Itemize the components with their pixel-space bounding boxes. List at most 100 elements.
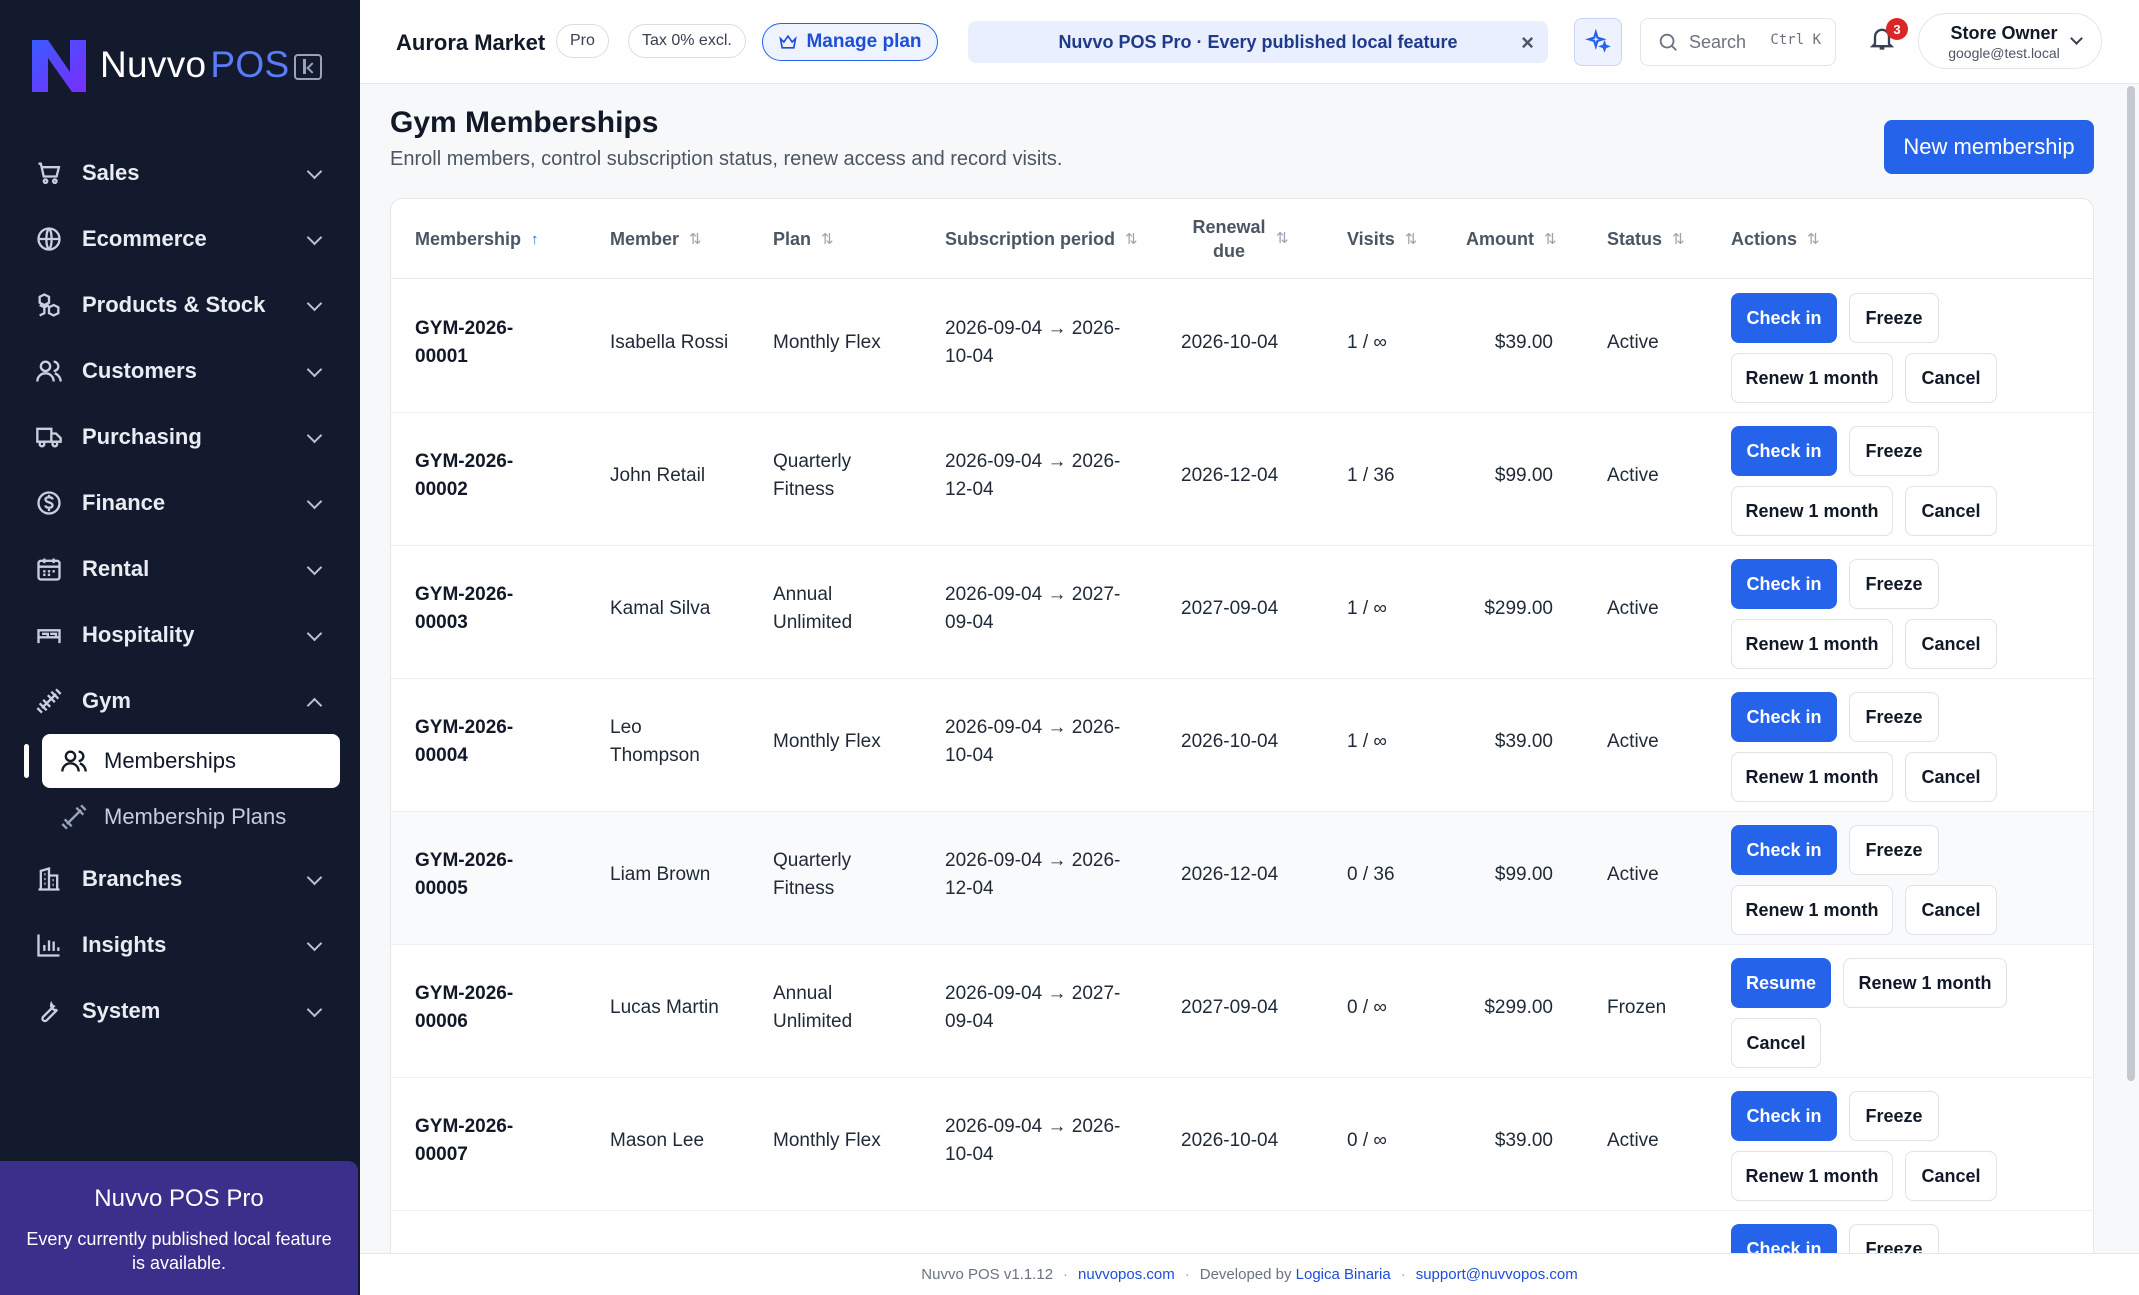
footer-support-link[interactable]: support@nuvvopos.com [1416, 1266, 1578, 1283]
check-in-button[interactable]: Check in [1731, 692, 1837, 742]
sidebar-item-gym[interactable]: Gym [0, 668, 360, 734]
sidebar-item-insights[interactable]: Insights [0, 912, 360, 978]
visits-count: 1 / ∞ [1347, 731, 1387, 752]
renew-1-month-button[interactable]: Renew 1 month [1731, 486, 1893, 536]
subscription-period: 2026-09-04 → 2026- 10-04 [945, 1116, 1121, 1165]
ai-assistant-button[interactable] [1574, 18, 1622, 66]
sidebar-item-purchasing[interactable]: Purchasing [0, 404, 360, 470]
sidebar-item-label: Hospitality [82, 622, 195, 647]
freeze-button[interactable]: Freeze [1849, 559, 1939, 609]
cancel-button[interactable]: Cancel [1731, 1018, 1821, 1068]
cancel-button[interactable]: Cancel [1905, 619, 1997, 669]
close-icon[interactable]: × [1521, 30, 1534, 56]
chevron-down-icon [306, 935, 323, 952]
table-row[interactable]: GYM-2026- 00004 Leo Thompson Monthly Flex 202… [391, 679, 2093, 812]
sidebar-item-hospitality[interactable]: Hospitality [0, 602, 360, 668]
cart-icon [34, 158, 64, 188]
membership-id: GYM-2026- 00003 [415, 584, 514, 633]
sidebar-item-ecommerce[interactable]: Ecommerce [0, 206, 360, 272]
freeze-button[interactable]: Freeze [1849, 1091, 1939, 1141]
sidebar-item-products-stock[interactable]: Products & Stock [0, 272, 360, 338]
page-scrollbar[interactable] [2126, 86, 2136, 1251]
table-row[interactable]: GYM-2026- 00006 Lucas Martin Annual Unlimite… [391, 945, 2093, 1078]
freeze-button[interactable]: Freeze [1849, 825, 1939, 875]
footer-dev-link[interactable]: Logica Binaria [1296, 1266, 1391, 1283]
column-visits[interactable]: Visits ⇅ [1347, 199, 1417, 279]
scrollbar-thumb[interactable] [2127, 86, 2135, 1081]
cancel-button[interactable]: Cancel [1905, 353, 1997, 403]
column-actions[interactable]: Actions ⇅ [1731, 199, 1820, 279]
chevron-down-icon [2070, 32, 2083, 45]
check-in-button[interactable]: Check in [1731, 559, 1837, 609]
subscription-period: 2026-09-04 → 2026- 10-04 [945, 717, 1121, 766]
column-status[interactable]: Status ⇅ [1607, 199, 1685, 279]
cancel-button[interactable]: Cancel [1905, 885, 1997, 935]
sidebar-item-branches[interactable]: Branches [0, 846, 360, 912]
sidebar-item-rental[interactable]: Rental [0, 536, 360, 602]
check-in-button[interactable]: Check in [1731, 293, 1837, 343]
column-plan[interactable]: Plan ⇅ [773, 199, 834, 279]
renew-1-month-button[interactable]: Renew 1 month [1731, 619, 1893, 669]
sidebar-subitem-membership-plans[interactable]: Membership Plans [42, 788, 340, 846]
visits-count: 0 / ∞ [1347, 997, 1387, 1018]
renewal-due: 2026-12-04 [1181, 864, 1279, 885]
brand-logo[interactable]: Nuvvo POS [26, 30, 289, 100]
renew-1-month-button[interactable]: Renew 1 month [1731, 752, 1893, 802]
resume-button[interactable]: Resume [1731, 958, 1831, 1008]
table-row[interactable]: GYM-2026- 00007 Mason Lee Monthly Flex 2026-… [391, 1078, 2093, 1211]
renewal-due: 2027-09-04 [1181, 997, 1279, 1018]
sidebar-item-label: Gym [82, 688, 131, 713]
column-renewal-due[interactable]: Renewal due [1189, 199, 1269, 279]
sidebar-subitem-label: Membership Plans [104, 804, 287, 829]
check-in-button[interactable]: Check in [1731, 825, 1837, 875]
member-name: Isabella Rossi [610, 332, 729, 353]
sidebar-item-sales[interactable]: Sales [0, 140, 360, 206]
new-membership-button[interactable]: New membership [1884, 120, 2094, 174]
chevron-down-icon [306, 163, 323, 180]
notifications-button[interactable]: 3 [1868, 18, 1908, 60]
sidebar-item-label: Branches [82, 866, 183, 891]
cancel-button[interactable]: Cancel [1905, 752, 1997, 802]
renew-1-month-button[interactable]: Renew 1 month [1731, 353, 1893, 403]
renew-1-month-button[interactable]: Renew 1 month [1843, 958, 2007, 1008]
freeze-button[interactable]: Freeze [1849, 293, 1939, 343]
sidebar-item-system[interactable]: System [0, 978, 360, 1044]
amount: $39.00 [1494, 1130, 1553, 1151]
table-row[interactable]: GYM-2026- 00005 Liam Brown Quarterly Fitness… [391, 812, 2093, 945]
column-subscription-period[interactable]: Subscription period ⇅ [945, 199, 1138, 279]
dumbbell-icon [34, 686, 64, 716]
renew-1-month-button[interactable]: Renew 1 month [1731, 1151, 1893, 1201]
sort-icon[interactable]: ⇅ [1276, 229, 1289, 247]
sort-asc-icon: ↑ [531, 230, 539, 248]
footer-site-link[interactable]: nuvvopos.com [1078, 1266, 1175, 1283]
user-menu[interactable]: Store Owner google@test.local [1918, 13, 2102, 69]
cancel-button[interactable]: Cancel [1905, 1151, 1997, 1201]
collapse-sidebar-icon[interactable] [294, 54, 322, 80]
sidebar-item-customers[interactable]: Customers [0, 338, 360, 404]
sidebar-item-label: Sales [82, 160, 140, 185]
column-membership[interactable]: Membership ↑ [415, 199, 539, 279]
column-member[interactable]: Member ⇅ [610, 199, 702, 279]
sidebar-item-label: Purchasing [82, 424, 202, 449]
renewal-due: 2027-09-04 [1181, 598, 1279, 619]
renew-1-month-button[interactable]: Renew 1 month [1731, 885, 1893, 935]
table-row[interactable]: GYM-2026- 00002 John Retail Quarterly Fitnes… [391, 413, 2093, 546]
table-row[interactable]: GYM-2026- 00001 Isabella Rossi Monthly Flex… [391, 280, 2093, 413]
search-icon [1659, 33, 1677, 51]
footer-separator: · [1184, 1266, 1190, 1283]
amount: $299.00 [1484, 997, 1553, 1018]
manage-plan-button[interactable]: Manage plan [762, 23, 938, 61]
check-in-button[interactable]: Check in [1731, 1091, 1837, 1141]
sidebar-subitem-memberships[interactable]: Memberships [42, 734, 340, 788]
sidebar-item-finance[interactable]: Finance [0, 470, 360, 536]
check-in-button[interactable]: Check in [1731, 426, 1837, 476]
amount: $39.00 [1494, 332, 1553, 353]
table-row[interactable]: GYM-2026- 00003 Kamal Silva Annual Unlimited… [391, 546, 2093, 679]
page-subtitle: Enroll members, control subscription sta… [390, 148, 1063, 170]
freeze-button[interactable]: Freeze [1849, 692, 1939, 742]
cancel-button[interactable]: Cancel [1905, 486, 1997, 536]
search-input[interactable]: Search Ctrl K [1640, 18, 1836, 66]
sidebar-item-label: Insights [82, 932, 167, 957]
freeze-button[interactable]: Freeze [1849, 426, 1939, 476]
column-amount[interactable]: Amount ⇅ [1466, 199, 1557, 279]
